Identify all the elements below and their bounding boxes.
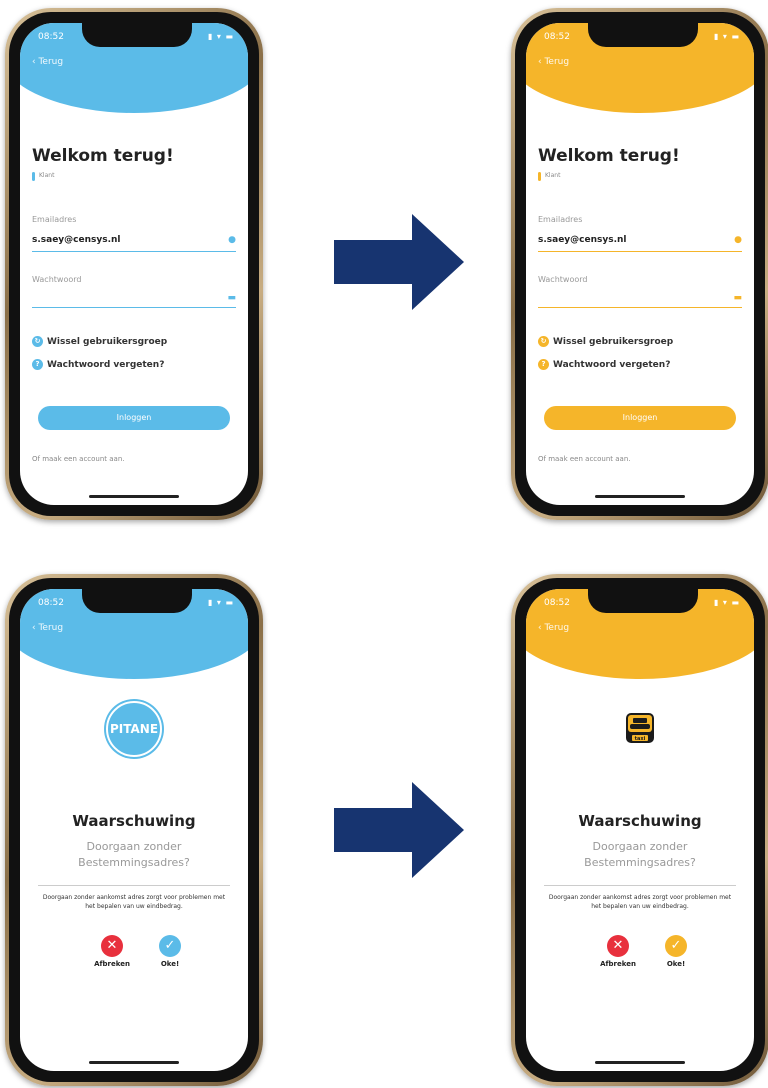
ok-label: Oke! xyxy=(160,960,180,968)
dialog-title: Waarschuwing xyxy=(72,812,196,830)
back-button[interactable]: ‹ Terug xyxy=(32,623,63,633)
phone-login-blue: 08:52 ▮ ▾ ▬ ‹ Terug Welkom terug! Klant … xyxy=(5,8,263,520)
status-time: 08:52 xyxy=(38,32,64,42)
page-title: Welkom terug! xyxy=(538,146,680,166)
divider xyxy=(544,885,736,886)
back-button[interactable]: ‹ Terug xyxy=(538,57,569,67)
home-indicator xyxy=(89,495,179,498)
cancel-label: Afbreken xyxy=(600,960,636,968)
switch-group-link[interactable]: ↻ Wissel gebruikersgroep xyxy=(538,336,673,347)
password-underline xyxy=(32,307,236,308)
forgot-password-label: Wachtwoord vergeten? xyxy=(553,360,671,370)
cancel-button[interactable]: ✕ Afbreken xyxy=(82,935,142,968)
phone-warning-blue: 08:52 ▮ ▾ ▬ ‹ Terug PITANE Waarschuwing … xyxy=(5,574,263,1086)
email-field[interactable]: s.saey@censys.nl xyxy=(32,235,121,245)
email-label: Emailadres xyxy=(32,215,77,224)
email-underline xyxy=(32,251,236,252)
users-icon: ↻ xyxy=(32,336,43,347)
taxi-logo: taxi xyxy=(626,713,654,743)
warning-screen-blue: 08:52 ▮ ▾ ▬ ‹ Terug PITANE Waarschuwing … xyxy=(20,589,248,1071)
phone-bezel: 08:52 ▮ ▾ ▬ ‹ Terug taxi Waarschuwing Do… xyxy=(515,578,765,1082)
switch-group-label: Wissel gebruikersgroep xyxy=(553,337,674,347)
dialog-subtitle: Doorgaan zonder Bestemmingsadres? xyxy=(78,840,190,869)
phone-bezel: 08:52 ▮ ▾ ▬ ‹ Terug Welkom terug! Klant … xyxy=(9,12,259,516)
check-icon: ✓ xyxy=(665,935,687,957)
switch-group-link[interactable]: ↻ Wissel gebruikersgroep xyxy=(32,336,167,347)
eye-icon[interactable]: ▬ xyxy=(733,293,742,303)
phone-warning-yellow: 08:52 ▮ ▾ ▬ ‹ Terug taxi Waarschuwing Do… xyxy=(511,574,768,1086)
forgot-password-label: Wachtwoord vergeten? xyxy=(47,360,165,370)
email-label: Emailadres xyxy=(538,215,583,224)
password-underline xyxy=(538,307,742,308)
ok-button[interactable]: ✓ Oke! xyxy=(140,935,200,968)
arrow-right-icon xyxy=(334,782,464,878)
notch xyxy=(588,589,698,613)
status-icons: ▮ ▾ ▬ xyxy=(713,32,740,41)
phone-bezel: 08:52 ▮ ▾ ▬ ‹ Terug Welkom terug! Klant … xyxy=(515,12,765,516)
create-account-link[interactable]: Of maak een account aan. xyxy=(32,455,125,463)
login-button[interactable]: Inloggen xyxy=(544,406,736,430)
switch-group-label: Wissel gebruikersgroep xyxy=(47,337,168,347)
taxi-logo-text: taxi xyxy=(635,736,646,742)
cancel-label: Afbreken xyxy=(94,960,130,968)
home-indicator xyxy=(595,495,685,498)
ok-button[interactable]: ✓ Oke! xyxy=(646,935,706,968)
status-time: 08:52 xyxy=(38,598,64,608)
login-screen-blue: 08:52 ▮ ▾ ▬ ‹ Terug Welkom terug! Klant … xyxy=(20,23,248,505)
email-field[interactable]: s.saey@censys.nl xyxy=(538,235,627,245)
check-icon: ✓ xyxy=(159,935,181,957)
status-icons: ▮ ▾ ▬ xyxy=(713,598,740,607)
close-icon: ✕ xyxy=(607,935,629,957)
back-button[interactable]: ‹ Terug xyxy=(32,57,63,67)
dialog-subtitle: Doorgaan zonder Bestemmingsadres? xyxy=(584,840,696,869)
divider xyxy=(38,885,230,886)
arrow-right-icon xyxy=(334,214,464,310)
forgot-password-link[interactable]: ? Wachtwoord vergeten? xyxy=(538,359,670,370)
eye-icon[interactable]: ▬ xyxy=(227,293,236,303)
home-indicator xyxy=(89,1061,179,1064)
ok-label: Oke! xyxy=(666,960,686,968)
dialog-title: Waarschuwing xyxy=(578,812,702,830)
dialog-message: Doorgaan zonder aankomst adres zorgt voo… xyxy=(42,894,226,910)
email-underline xyxy=(538,251,742,252)
user-type-label: Klant xyxy=(39,172,55,179)
close-icon: ✕ xyxy=(101,935,123,957)
login-button[interactable]: Inloggen xyxy=(38,406,230,430)
login-screen-yellow: 08:52 ▮ ▾ ▬ ‹ Terug Welkom terug! Klant … xyxy=(526,23,754,505)
dialog-message: Doorgaan zonder aankomst adres zorgt voo… xyxy=(548,894,732,910)
clear-icon[interactable]: ● xyxy=(734,235,742,245)
question-icon: ? xyxy=(538,359,549,370)
clear-icon[interactable]: ● xyxy=(228,235,236,245)
notch xyxy=(82,23,192,47)
user-type-label: Klant xyxy=(545,172,561,179)
home-indicator xyxy=(595,1061,685,1064)
create-account-link[interactable]: Of maak een account aan. xyxy=(538,455,631,463)
password-label: Wachtwoord xyxy=(538,275,588,284)
pitane-logo: PITANE xyxy=(106,701,162,757)
warning-screen-yellow: 08:52 ▮ ▾ ▬ ‹ Terug taxi Waarschuwing Do… xyxy=(526,589,754,1071)
status-time: 08:52 xyxy=(544,32,570,42)
status-icons: ▮ ▾ ▬ xyxy=(207,32,234,41)
notch xyxy=(82,589,192,613)
password-label: Wachtwoord xyxy=(32,275,82,284)
phone-bezel: 08:52 ▮ ▾ ▬ ‹ Terug PITANE Waarschuwing … xyxy=(9,578,259,1082)
forgot-password-link[interactable]: ? Wachtwoord vergeten? xyxy=(32,359,164,370)
users-icon: ↻ xyxy=(538,336,549,347)
status-icons: ▮ ▾ ▬ xyxy=(207,598,234,607)
page-title: Welkom terug! xyxy=(32,146,174,166)
accent-bar xyxy=(538,172,541,181)
status-time: 08:52 xyxy=(544,598,570,608)
back-button[interactable]: ‹ Terug xyxy=(538,623,569,633)
accent-bar xyxy=(32,172,35,181)
notch xyxy=(588,23,698,47)
phone-login-yellow: 08:52 ▮ ▾ ▬ ‹ Terug Welkom terug! Klant … xyxy=(511,8,768,520)
cancel-button[interactable]: ✕ Afbreken xyxy=(588,935,648,968)
question-icon: ? xyxy=(32,359,43,370)
